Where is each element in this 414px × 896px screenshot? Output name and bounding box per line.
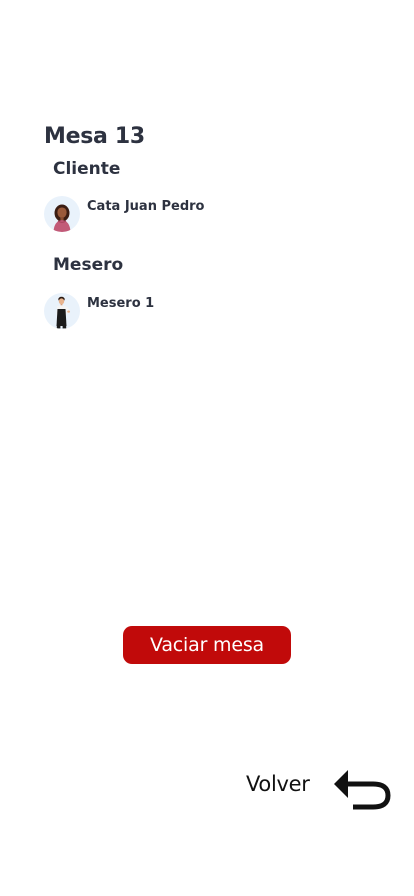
client-item: Cata Juan Pedro [44,196,344,232]
waiter-section-label: Mesero [53,255,124,275]
return-arrow-icon [331,764,393,812]
back-label: Volver [246,772,310,796]
back-button[interactable]: Volver [246,764,396,812]
waiter-item: Mesero 1 [44,293,344,329]
client-section-label: Cliente [53,159,121,179]
waiter-name: Mesero 1 [87,296,155,311]
woman-avatar-icon [44,196,80,232]
client-name: Cata Juan Pedro [87,199,205,214]
empty-table-button[interactable]: Vaciar mesa [123,626,291,664]
waiter-avatar-icon [44,293,80,329]
table-title: Mesa 13 [44,124,145,149]
